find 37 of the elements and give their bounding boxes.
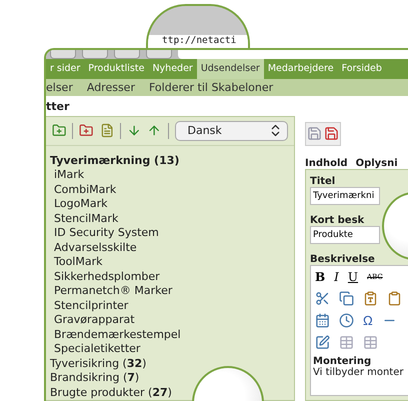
tree-item[interactable]: Brændemærkestempel	[50, 328, 294, 342]
tree-item[interactable]: Stencilprinter	[50, 298, 294, 313]
format-button[interactable]: U	[348, 270, 358, 284]
tree-item[interactable]: ID Security System	[50, 226, 294, 240]
field-label: Kort besk	[310, 214, 366, 226]
tree-item[interactable]: StencilMark	[50, 212, 294, 226]
tree-item[interactable]: ToolMark	[50, 255, 294, 270]
tree-item[interactable]: Advarselsskilte	[50, 240, 294, 255]
tree-item[interactable]: Sikkerhedsplomber	[50, 270, 294, 284]
section-heading: tter	[46, 98, 70, 114]
content-heading: Montering	[312, 354, 372, 366]
tree-item[interactable]: Specialetiketter	[50, 342, 294, 356]
language-select[interactable]: Dansk	[174, 120, 288, 140]
editor-tab[interactable]: Oplysni	[356, 158, 398, 168]
tree-category[interactable]: Brugte produkter (27)	[50, 386, 294, 400]
url-text[interactable]: ttp://netacti	[148, 35, 248, 48]
sub-nav-link[interactable]: elser	[46, 80, 73, 94]
tree-item[interactable]: CombiMark	[50, 182, 294, 197]
sub-nav-link[interactable]: Folderer til Skabeloner	[148, 80, 274, 94]
text-field[interactable]: Produkte	[310, 226, 380, 244]
field-label: Titel	[310, 176, 336, 186]
format-button[interactable]: I	[334, 270, 339, 284]
sub-nav-link[interactable]: Adresser	[86, 80, 135, 94]
tree-category[interactable]: Tyverimærkning (13)	[50, 154, 294, 168]
tree-category[interactable]: Tyverisikring (32)	[50, 356, 294, 371]
format-button[interactable]: B	[315, 270, 326, 284]
tree-item[interactable]: iMark	[50, 168, 294, 182]
editor-tab[interactable]: Indhold	[305, 158, 348, 168]
content-text: Vi tilbyder monter	[312, 366, 404, 378]
text-field[interactable]: Tyverimærkni	[310, 186, 380, 204]
tree-item[interactable]: Gravørapparat	[50, 313, 294, 328]
tree-item[interactable]: LogoMark	[50, 197, 294, 212]
tree-item[interactable]: Permanetch® Marker	[50, 284, 294, 298]
field-label: Beskrivelse	[310, 254, 376, 264]
tree-category[interactable]: Brandsikring (7)	[50, 371, 294, 386]
nav-tab[interactable]: Udsendelser	[196, 59, 264, 79]
symbol-button[interactable]: Ω	[363, 313, 373, 328]
